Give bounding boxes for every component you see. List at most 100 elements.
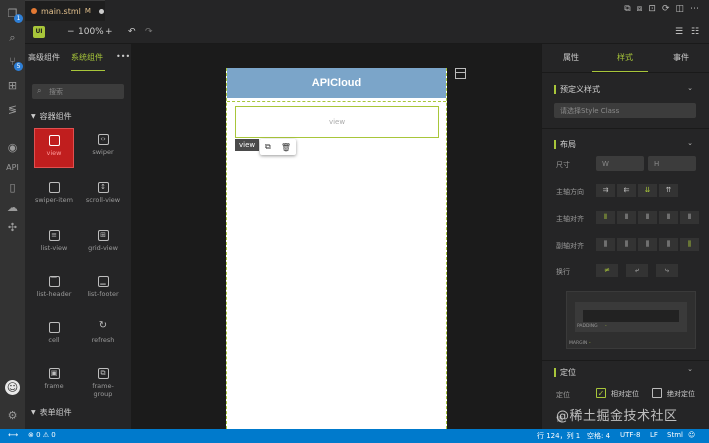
- height-input[interactable]: [648, 156, 696, 171]
- section-position[interactable]: 定位: [554, 367, 576, 378]
- tab-styles[interactable]: 样式: [617, 52, 633, 63]
- justify-around-icon[interactable]: ⫴: [680, 211, 699, 224]
- align-start-icon[interactable]: ⫼: [596, 238, 615, 251]
- component-search-input[interactable]: [49, 85, 119, 98]
- zoom-in-button[interactable]: +: [105, 25, 113, 39]
- panel-more-icon[interactable]: •••: [116, 52, 130, 61]
- split-editor-icon[interactable]: ◫: [675, 4, 684, 14]
- section-form[interactable]: ▼ 表单组件: [31, 407, 72, 418]
- align-left-icon[interactable]: ☰: [675, 25, 683, 39]
- swiper-item-icon: [48, 182, 60, 193]
- preview-eye-icon[interactable]: ◉: [5, 140, 20, 155]
- align-center-icon[interactable]: ⫼: [617, 238, 636, 251]
- justify-start-icon[interactable]: ⫴: [596, 211, 615, 224]
- tab-system-components[interactable]: 系统组件: [71, 52, 103, 63]
- component-grid-view[interactable]: ⊞ grid-view: [83, 224, 123, 264]
- phone-frame[interactable]: APICloud view view ⧉ 🗑: [226, 68, 447, 429]
- problems-count[interactable]: ⊗ 0 ⚠ 0: [28, 431, 56, 439]
- row-direction-icon[interactable]: ⇉: [596, 184, 615, 197]
- caret-down-icon: ▼: [31, 113, 36, 120]
- tab-advanced-components[interactable]: 高级组件: [28, 52, 60, 63]
- box-model-editor[interactable]: PADDING - MARGIN -: [566, 291, 696, 349]
- redo-icon[interactable]: ↷: [145, 25, 153, 39]
- align-right-icon[interactable]: ☷: [691, 25, 699, 39]
- tab-main-stml[interactable]: main.stml M: [25, 0, 105, 21]
- chevron-down-icon[interactable]: ⌄: [687, 139, 693, 147]
- device-icon[interactable]: ▯: [5, 180, 20, 195]
- component-frame[interactable]: ▣ frame: [34, 362, 74, 402]
- cell-icon: [48, 322, 60, 333]
- open-changes-icon[interactable]: ⊡: [648, 4, 656, 14]
- apicloud-logo-icon[interactable]: ≶: [5, 102, 20, 117]
- line-ending[interactable]: LF: [650, 431, 658, 439]
- cursor-position[interactable]: 行 124，列 1: [537, 431, 580, 441]
- stml-file-icon: [31, 8, 37, 14]
- encoding[interactable]: UTF-8: [620, 431, 640, 439]
- settings-gear-icon[interactable]: ⚙: [5, 408, 20, 423]
- source-control-icon[interactable]: ⑂ 5: [5, 54, 23, 71]
- component-list-view[interactable]: ≡ list-view: [34, 224, 74, 264]
- page-settings-icon[interactable]: [455, 68, 466, 79]
- style-class-input[interactable]: [554, 103, 696, 118]
- tab-attributes[interactable]: 属性: [563, 52, 579, 63]
- chevron-down-icon[interactable]: ⌄: [687, 365, 693, 373]
- cloud-icon[interactable]: ☁: [5, 200, 20, 215]
- component-swiper[interactable]: ‹› swiper: [83, 128, 123, 168]
- justify-between-icon[interactable]: ⫴: [659, 211, 678, 224]
- wrap-reverse-icon[interactable]: ⤷: [656, 264, 678, 277]
- frame-icon: ▣: [48, 368, 60, 379]
- component-view[interactable]: view: [34, 128, 74, 168]
- component-frame-group[interactable]: ⧉ frame-group: [83, 362, 123, 402]
- indentation[interactable]: 空格: 4: [587, 431, 610, 441]
- padding-dash: -: [605, 324, 607, 329]
- component-list-header[interactable]: ▔ list-header: [34, 270, 74, 310]
- unsaved-dot-icon[interactable]: [98, 8, 104, 14]
- align-stretch-icon[interactable]: ⫼: [680, 238, 699, 251]
- compare-icon[interactable]: ⧉: [624, 4, 630, 14]
- feedback-icon[interactable]: ☺: [688, 431, 695, 439]
- extensions-icon[interactable]: ⊞: [5, 78, 20, 93]
- justify-center-icon[interactable]: ⫴: [617, 211, 636, 224]
- copy-icon[interactable]: ⧉: [265, 142, 271, 152]
- preview-icon[interactable]: ⧈: [637, 4, 643, 14]
- justify-end-icon[interactable]: ⫴: [638, 211, 657, 224]
- zoom-out-button[interactable]: −: [67, 25, 75, 39]
- column-reverse-icon[interactable]: ⇈: [659, 184, 678, 197]
- component-refresh[interactable]: ↻ refresh: [83, 316, 123, 356]
- remote-icon[interactable]: ⟷: [8, 431, 18, 439]
- tab-events[interactable]: 事件: [673, 52, 689, 63]
- row-reverse-icon[interactable]: ⇇: [617, 184, 636, 197]
- section-predefined-style[interactable]: 预定义样式: [554, 84, 600, 95]
- absolute-position-checkbox[interactable]: [652, 388, 662, 398]
- trash-icon[interactable]: 🗑: [281, 143, 291, 152]
- column-direction-icon[interactable]: ⇊: [638, 184, 657, 197]
- nowrap-icon[interactable]: ≠: [596, 264, 618, 277]
- component-list-footer[interactable]: ▁ list-footer: [83, 270, 123, 310]
- explorer-icon[interactable]: ❐ 1: [5, 6, 23, 23]
- language-mode[interactable]: Stml: [667, 431, 683, 439]
- more-actions-icon[interactable]: ⋯: [690, 4, 699, 14]
- editor-actions: ⧉ ⧈ ⊡ ⟳ ◫ ⋯: [624, 4, 699, 14]
- section-layout[interactable]: 布局: [554, 139, 576, 150]
- width-input[interactable]: [596, 156, 644, 171]
- section-container-label: 容器组件: [39, 112, 72, 121]
- component-swiper-item[interactable]: swiper-item: [34, 176, 74, 216]
- component-cell[interactable]: cell: [34, 316, 74, 356]
- plugin-icon[interactable]: ✣: [5, 220, 20, 235]
- properties-panel: 属性 样式 事件 预定义样式 ⌄ 布局 ⌄ 尺寸 主轴方向 ⇉ ⇇ ⇊ ⇈ 主轴…: [541, 44, 709, 429]
- wrap-icon[interactable]: ⤶: [626, 264, 648, 277]
- app-header-title[interactable]: APICloud: [227, 68, 446, 98]
- chevron-down-icon[interactable]: ⌄: [687, 84, 693, 92]
- api-label[interactable]: API: [5, 160, 20, 175]
- align-baseline-icon[interactable]: ⫼: [659, 238, 678, 251]
- align-end-icon[interactable]: ⫼: [638, 238, 657, 251]
- relative-position-checkbox[interactable]: ✓: [596, 388, 606, 398]
- sync-icon[interactable]: ⟳: [662, 4, 670, 14]
- avatar[interactable]: ☺: [5, 380, 20, 395]
- component-scroll-view[interactable]: ↕ scroll-view: [83, 176, 123, 216]
- undo-icon[interactable]: ↶: [128, 25, 136, 39]
- selected-view-element[interactable]: view: [235, 106, 439, 138]
- padding-label: PADDING: [577, 324, 598, 329]
- search-icon[interactable]: ⌕: [5, 30, 20, 45]
- section-container[interactable]: ▼ 容器组件: [31, 111, 72, 122]
